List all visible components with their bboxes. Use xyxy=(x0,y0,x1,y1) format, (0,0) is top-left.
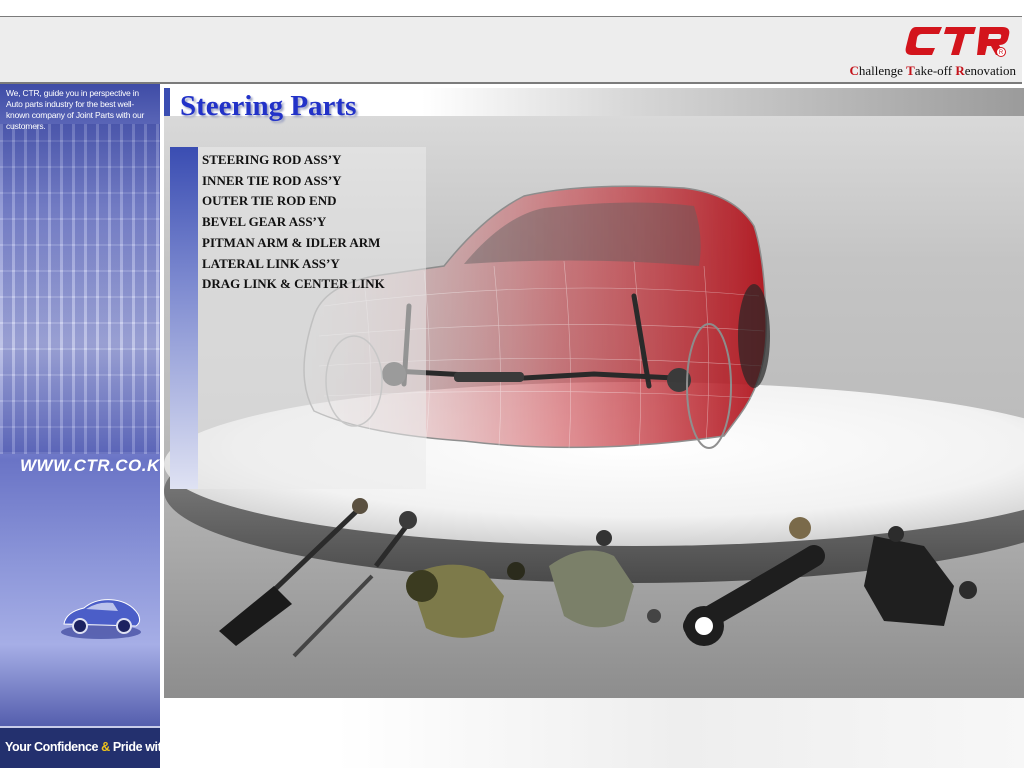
parts-list-item: STEERING ROD ASS’Y xyxy=(202,152,342,167)
parts-list-item: INNER TIE ROD ASS’Y xyxy=(202,172,342,188)
sidebar-slogan: Your Confidence & Pride with xyxy=(5,740,160,754)
parts-list-item: OUTER TIE ROD END xyxy=(202,193,337,209)
car-photo xyxy=(61,599,141,639)
parts-list-item: DRAG LINK & CENTER LINK xyxy=(202,276,385,292)
parts-list-item: PITMAN ARM & IDLER ARM xyxy=(202,234,381,250)
parts-list-item: LATERAL LINK ASS’Y xyxy=(202,255,340,271)
parts-list-item: BEVEL GEAR ASS’Y xyxy=(202,214,327,230)
sidebar: We, CTR, guide you in perspective in Aut… xyxy=(0,84,160,768)
tagline: Challenge Take-off Renovation xyxy=(849,63,1016,78)
parts-list-accent-bar xyxy=(170,147,198,489)
bottom-margin xyxy=(164,698,1024,768)
parts-list: STEERING ROD ASS’Y INNER TIE ROD ASS’Y O… xyxy=(202,150,385,295)
ctr-logo: R xyxy=(905,27,1010,57)
svg-text:R: R xyxy=(999,50,1004,56)
website-url: WWW.CTR.CO.KR xyxy=(20,456,160,475)
header-bar: R Challenge Take-off Renovation xyxy=(0,16,1022,84)
page-title: Steering Parts xyxy=(180,90,357,122)
sidebar-intro-text: We, CTR, guide you in perspective in Aut… xyxy=(6,88,145,131)
sidebar-footer: Your Confidence & Pride with xyxy=(0,726,160,768)
